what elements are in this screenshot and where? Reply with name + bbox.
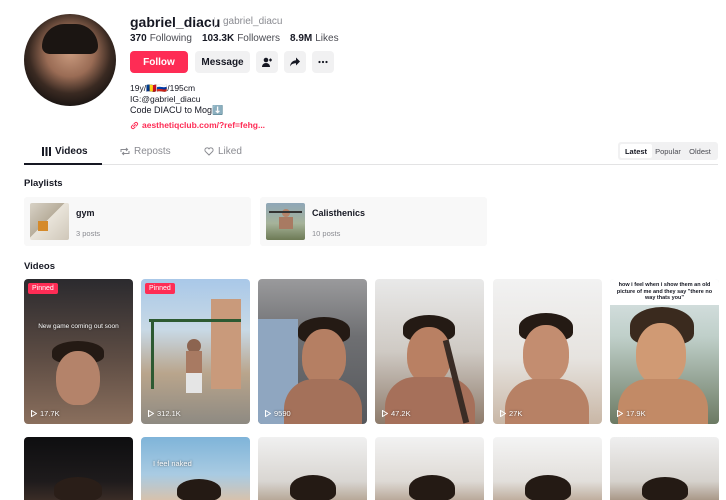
bio-line: 19y/🇷🇴🇷🇺/195cm: [130, 83, 196, 93]
bio-link[interactable]: aesthetiqclub.com/?ref=fehg...: [130, 120, 265, 130]
bio-line: Code DIACU to Mog⬇️: [130, 105, 224, 115]
view-count: 47.2K: [382, 409, 411, 418]
video-card[interactable]: Pinned New game coming out soon 17.7K: [24, 279, 133, 424]
play-icon: [500, 410, 506, 417]
avatar[interactable]: [24, 14, 116, 106]
heart-outline-icon: [204, 147, 214, 156]
follow-button[interactable]: Follow: [130, 51, 188, 73]
playlist-card[interactable]: gym 3 posts: [24, 197, 251, 246]
pinned-badge: Pinned: [145, 283, 175, 294]
grid-icon: [42, 147, 51, 156]
playlist-name: gym: [76, 208, 95, 218]
video-card[interactable]: Pinned 312.1K: [141, 279, 250, 424]
video-card[interactable]: [493, 437, 602, 500]
link-icon: [130, 121, 139, 129]
video-card[interactable]: [258, 437, 367, 500]
profile-bio: 19y/🇷🇴🇷🇺/195cm IG:@gabriel_diacu Code DI…: [130, 83, 223, 116]
playlists-heading: Playlists: [24, 178, 63, 189]
sort-latest[interactable]: Latest: [620, 144, 652, 158]
video-caption: New game coming out soon: [38, 323, 119, 330]
pinned-badge: Pinned: [28, 283, 58, 294]
play-icon: [382, 410, 388, 417]
play-icon: [31, 410, 37, 417]
playlist-thumbnail: [266, 203, 305, 240]
tab-reposts[interactable]: Reposts: [120, 146, 171, 157]
share-arrow-icon: [290, 57, 300, 67]
playlist-card[interactable]: Calisthenics 10 posts: [260, 197, 487, 246]
play-icon: [148, 410, 154, 417]
video-card[interactable]: [375, 437, 484, 500]
bio-line: IG:@gabriel_diacu: [130, 94, 201, 104]
profile-nickname: gabriel_diacu: [223, 16, 283, 27]
header-divider: [214, 17, 215, 28]
play-icon: [617, 410, 623, 417]
video-card[interactable]: [24, 437, 133, 500]
sort-toggle: Latest Popular Oldest: [618, 142, 718, 160]
video-card[interactable]: I feel naked: [141, 437, 250, 500]
add-user-icon: [262, 57, 272, 67]
more-options-button[interactable]: [312, 51, 334, 73]
tab-liked[interactable]: Liked: [204, 146, 242, 157]
sort-popular[interactable]: Popular: [652, 144, 684, 158]
video-caption: how i feel when i show them an old pictu…: [610, 279, 719, 305]
view-count: 17.9K: [617, 409, 646, 418]
video-card[interactable]: how i feel when i show them an old pictu…: [610, 279, 719, 424]
video-caption: I feel naked: [153, 459, 192, 468]
view-count: 9590: [265, 409, 291, 418]
profile-stats: 370 Following 103.3K Followers 8.9M Likes: [130, 33, 339, 44]
profile-tabs: Videos Reposts Liked: [24, 140, 718, 165]
playlist-count: 3 posts: [76, 229, 101, 238]
video-card[interactable]: 27K: [493, 279, 602, 424]
likes-stat: 8.9M Likes: [289, 33, 339, 44]
video-card[interactable]: 9590: [258, 279, 367, 424]
share-button[interactable]: [284, 51, 306, 73]
video-card[interactable]: 47.2K: [375, 279, 484, 424]
followers-stat[interactable]: 103.3K Followers: [202, 33, 280, 44]
tab-videos[interactable]: Videos: [42, 146, 88, 157]
repost-icon: [120, 147, 130, 156]
tab-label: Videos: [55, 146, 88, 157]
playlist-thumbnail: [30, 203, 69, 240]
more-dots-icon: [318, 60, 328, 64]
video-card[interactable]: [610, 437, 719, 500]
following-stat[interactable]: 370 Following: [130, 33, 192, 44]
active-tab-indicator: [24, 163, 102, 165]
playlist-count: 10 posts: [312, 229, 341, 238]
playlist-name: Calisthenics: [312, 208, 366, 218]
view-count: 27K: [500, 409, 522, 418]
tab-label: Liked: [218, 146, 242, 157]
videos-heading: Videos: [24, 261, 55, 272]
view-count: 17.7K: [31, 409, 60, 418]
profile-username: gabriel_diacu: [130, 14, 221, 30]
view-count: 312.1K: [148, 409, 181, 418]
suggested-accounts-button[interactable]: [256, 51, 278, 73]
tab-label: Reposts: [134, 146, 171, 157]
play-icon: [265, 410, 271, 417]
sort-oldest[interactable]: Oldest: [684, 144, 716, 158]
bio-link-text[interactable]: aesthetiqclub.com/?ref=fehg...: [142, 120, 265, 130]
message-button[interactable]: Message: [195, 51, 250, 73]
